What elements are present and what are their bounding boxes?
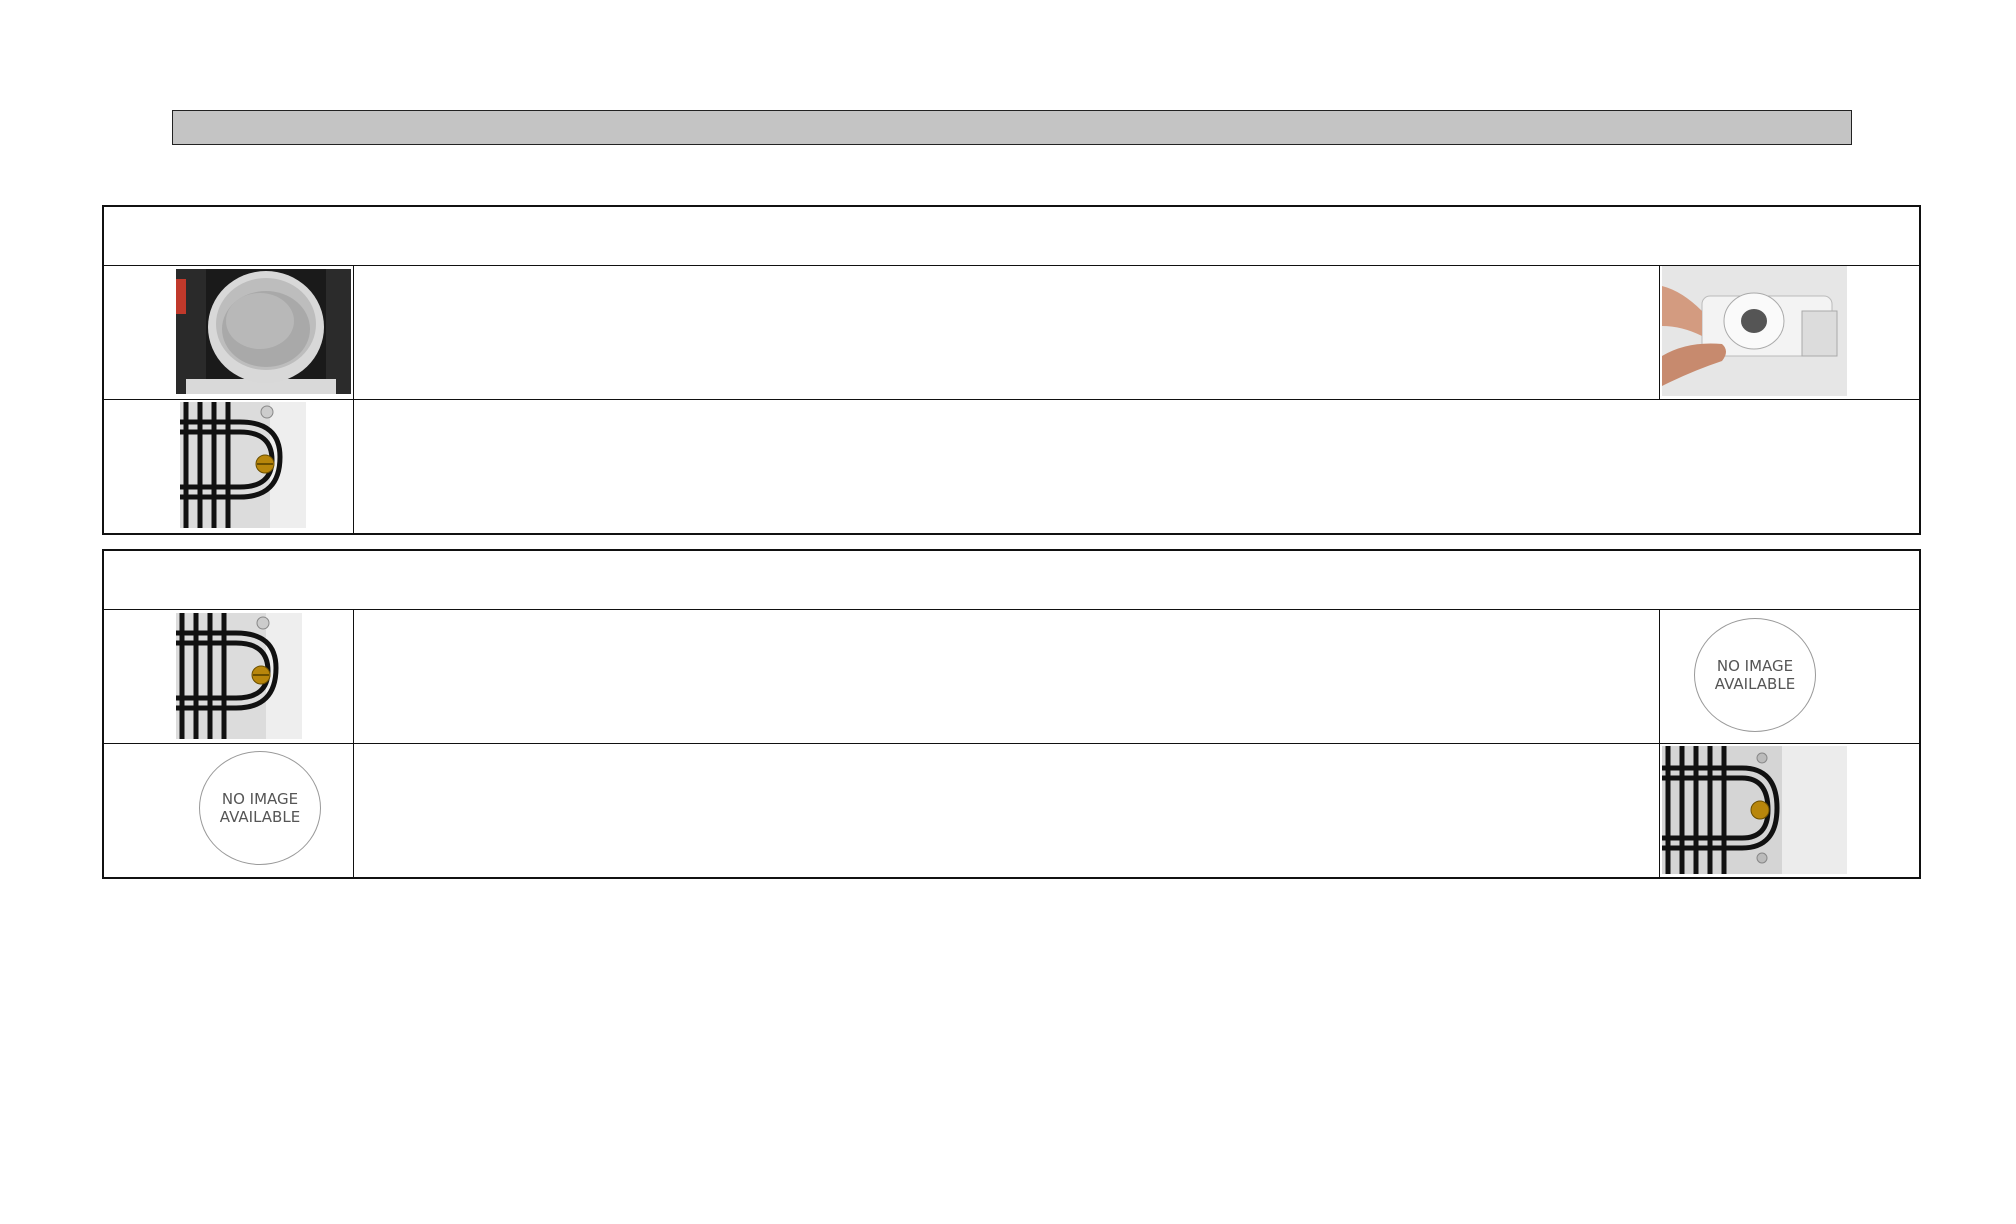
part-row [104, 266, 1919, 399]
condenser-coil-photo [180, 402, 306, 528]
section-title-row [104, 551, 1919, 610]
part-image-cell [104, 400, 354, 533]
no-image-placeholder: NO IMAGE AVAILABLE [1694, 618, 1816, 732]
header-bar [172, 110, 1852, 145]
condenser-coil-photo [176, 613, 302, 739]
parts-section-2: NO IMAGE AVAILABLE NO IMAGE AVAILABLE [102, 549, 1921, 879]
grommet-in-hand-photo [1662, 266, 1847, 396]
part-image-cell [1659, 266, 1919, 399]
part-row: NO IMAGE AVAILABLE [104, 743, 1919, 877]
part-row: NO IMAGE AVAILABLE [104, 610, 1919, 743]
part-image-cell [104, 266, 354, 399]
part-image-cell [1659, 744, 1919, 877]
part-image-cell [104, 610, 354, 743]
parts-section-1 [102, 205, 1921, 535]
part-image-cell: NO IMAGE AVAILABLE [1659, 610, 1919, 743]
condenser-coil-photo [1662, 746, 1847, 874]
no-image-placeholder: NO IMAGE AVAILABLE [199, 751, 321, 865]
part-image-cell: NO IMAGE AVAILABLE [104, 744, 354, 877]
drip-tray-cup-photo [176, 269, 351, 394]
section-title-row [104, 207, 1919, 266]
part-row [104, 399, 1919, 533]
